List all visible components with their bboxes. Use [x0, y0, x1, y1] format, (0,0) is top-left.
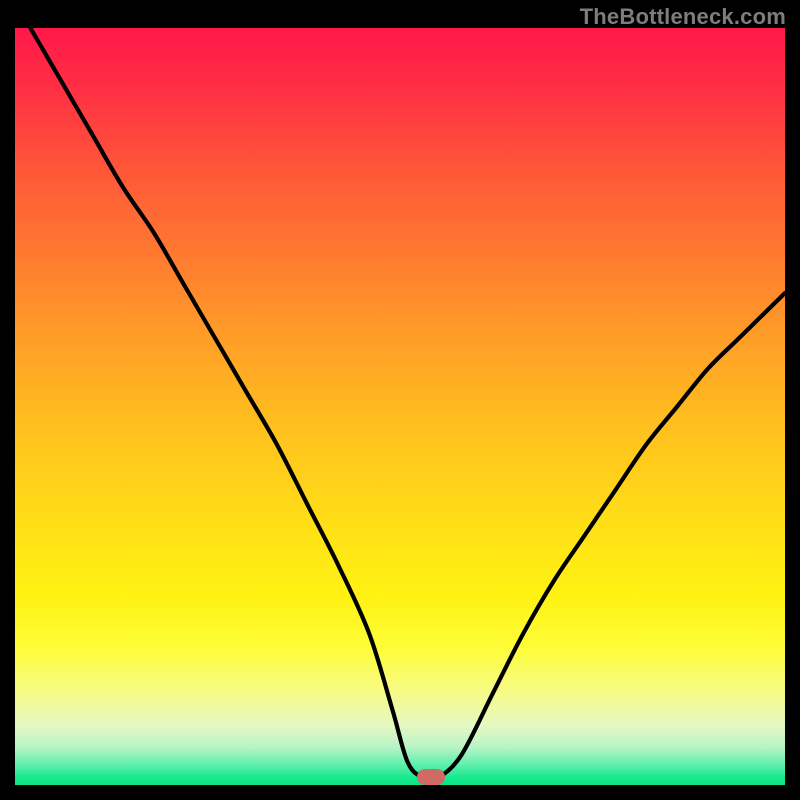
watermark-text: TheBottleneck.com	[580, 4, 786, 30]
bottleneck-curve	[15, 28, 785, 785]
plot-area	[15, 28, 785, 785]
optimum-marker	[417, 769, 445, 785]
chart-frame: TheBottleneck.com	[0, 0, 800, 800]
